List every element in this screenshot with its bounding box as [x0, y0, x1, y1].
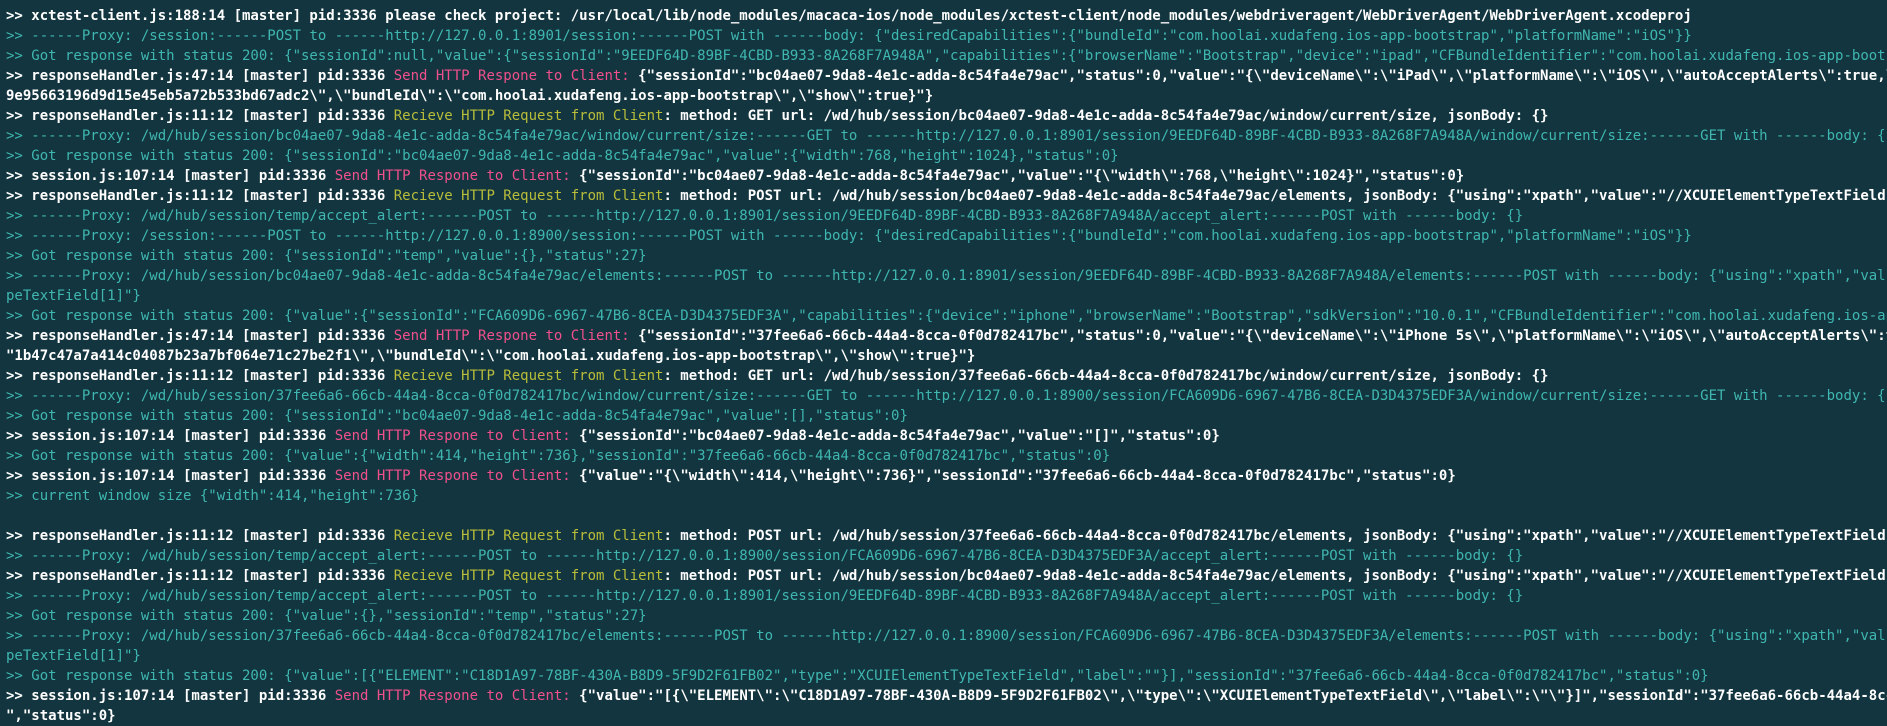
log-segment: >> session.js:107:14 [master] pid:3336	[6, 168, 335, 184]
log-segment: >> Got response with status 200: {"sessi…	[6, 248, 647, 264]
log-segment: >> responseHandler.js:11:12 [master] pid…	[6, 568, 394, 584]
log-line: >> ------Proxy: /wd/hub/session/37fee6a6…	[6, 386, 1887, 406]
log-segment: >> responseHandler.js:47:14 [master] pid…	[6, 68, 394, 84]
log-line: >> ------Proxy: /wd/hub/session/bc04ae07…	[6, 266, 1887, 286]
log-line: >> Got response with status 200: {"sessi…	[6, 46, 1887, 66]
log-line: >> responseHandler.js:11:12 [master] pid…	[6, 526, 1887, 546]
log-line: >> responseHandler.js:47:14 [master] pid…	[6, 326, 1887, 346]
log-segment: "1b47c47a7a414c04087b23a7bf064e71c27be2f…	[6, 348, 976, 364]
log-line: >> Got response with status 200: {"sessi…	[6, 146, 1887, 166]
log-segment: >> Got response with status 200: {"value…	[6, 448, 1111, 464]
log-segment: Recieve HTTP Request from Client	[393, 568, 664, 584]
terminal-window[interactable]: >> xctest-client.js:188:14 [master] pid:…	[0, 0, 1887, 726]
log-segment: Send HTTP Respone to Client:	[334, 428, 580, 444]
log-segment: >> responseHandler.js:11:12 [master] pid…	[6, 368, 394, 384]
log-segment: {"sessionId":"bc04ae07-9da8-4e1c-adda-8c…	[579, 428, 1220, 444]
log-line: >> current window size {"width":414,"hei…	[6, 486, 1887, 506]
log-line: ","status":0}	[6, 706, 1887, 726]
log-segment: >> ------Proxy: /session:------POST to -…	[6, 228, 1692, 244]
log-segment: >> responseHandler.js:11:12 [master] pid…	[6, 188, 394, 204]
log-segment: >> session.js:107:14 [master] pid:3336	[6, 688, 335, 704]
log-segment: : method: POST url: /wd/hub/session/bc04…	[663, 188, 1887, 204]
log-segment: : method: POST url: /wd/hub/session/37fe…	[663, 528, 1887, 544]
log-line: 9e95663196d9d15e45eb5a72b533bd67adc2\",\…	[6, 86, 1887, 106]
log-line: >> responseHandler.js:11:12 [master] pid…	[6, 106, 1887, 126]
log-segment: >> ------Proxy: /session:------POST to -…	[6, 28, 1692, 44]
log-segment: >> ------Proxy: /wd/hub/session/temp/acc…	[6, 208, 1524, 224]
log-line: >> Got response with status 200: {"value…	[6, 306, 1887, 326]
log-segment: >> Got response with status 200: {"value…	[6, 608, 647, 624]
log-line: >> xctest-client.js:188:14 [master] pid:…	[6, 6, 1887, 26]
log-line: >> Got response with status 200: {"value…	[6, 606, 1887, 626]
log-line: >> responseHandler.js:11:12 [master] pid…	[6, 186, 1887, 206]
log-segment: >> Got response with status 200: {"sessi…	[6, 148, 1119, 164]
log-segment: >> responseHandler.js:47:14 [master] pid…	[6, 328, 394, 344]
terminal-output: >> xctest-client.js:188:14 [master] pid:…	[6, 6, 1887, 726]
log-segment: Send HTTP Respone to Client:	[393, 328, 639, 344]
log-segment: >> current window size {"width":414,"hei…	[6, 488, 420, 504]
log-segment: >> ------Proxy: /wd/hub/session/temp/acc…	[6, 548, 1524, 564]
log-line: >> responseHandler.js:11:12 [master] pid…	[6, 566, 1887, 586]
log-line: >> session.js:107:14 [master] pid:3336 S…	[6, 466, 1887, 486]
log-segment: Recieve HTTP Request from Client	[393, 368, 664, 384]
log-line: >> ------Proxy: /session:------POST to -…	[6, 26, 1887, 46]
log-segment: >> session.js:107:14 [master] pid:3336	[6, 428, 335, 444]
log-line: >> ------Proxy: /session:------POST to -…	[6, 226, 1887, 246]
log-segment: Recieve HTTP Request from Client	[393, 108, 664, 124]
log-segment: ","status":0}	[6, 708, 116, 724]
log-segment: >> ------Proxy: /wd/hub/session/bc04ae07…	[6, 268, 1887, 284]
log-segment: Send HTTP Respone to Client:	[334, 468, 580, 484]
log-segment: Recieve HTTP Request from Client	[393, 188, 664, 204]
log-segment: peTextField[1]"}	[6, 288, 141, 304]
log-segment: {"sessionId":"bc04ae07-9da8-4e1c-adda-8c…	[579, 168, 1465, 184]
log-segment: Send HTTP Respone to Client:	[334, 688, 580, 704]
log-segment: >> ------Proxy: /wd/hub/session/37fee6a6…	[6, 628, 1887, 644]
log-segment: : method: GET url: /wd/hub/session/bc04a…	[663, 108, 1549, 124]
log-segment: : method: POST url: /wd/hub/session/bc04…	[663, 568, 1887, 584]
log-line: >> session.js:107:14 [master] pid:3336 S…	[6, 166, 1887, 186]
log-segment: >> ------Proxy: /wd/hub/session/37fee6a6…	[6, 388, 1887, 404]
log-segment: >> Got response with status 200: {"value…	[6, 668, 1709, 684]
log-segment: {"value":"[{\"ELEMENT\":\"C18D1A97-78BF-…	[579, 688, 1887, 704]
log-segment: >> ------Proxy: /wd/hub/session/bc04ae07…	[6, 128, 1887, 144]
log-line: >> ------Proxy: /wd/hub/session/bc04ae07…	[6, 126, 1887, 146]
log-line: >> Got response with status 200: {"value…	[6, 666, 1887, 686]
log-line: peTextField[1]"}	[6, 286, 1887, 306]
log-segment: >> ------Proxy: /wd/hub/session/temp/acc…	[6, 588, 1524, 604]
log-segment: Recieve HTTP Request from Client	[393, 528, 664, 544]
log-segment: >> Got response with status 200: {"value…	[6, 308, 1887, 324]
log-segment: >> responseHandler.js:11:12 [master] pid…	[6, 528, 394, 544]
log-segment: >> session.js:107:14 [master] pid:3336	[6, 468, 335, 484]
log-line: >> ------Proxy: /wd/hub/session/temp/acc…	[6, 586, 1887, 606]
log-line: >> ------Proxy: /wd/hub/session/37fee6a6…	[6, 626, 1887, 646]
log-line: "1b47c47a7a414c04087b23a7bf064e71c27be2f…	[6, 346, 1887, 366]
log-line: >> session.js:107:14 [master] pid:3336 S…	[6, 686, 1887, 706]
log-segment: peTextField[1]"}	[6, 648, 141, 664]
log-line: >> session.js:107:14 [master] pid:3336 S…	[6, 426, 1887, 446]
log-segment: {"sessionId":"37fee6a6-66cb-44a4-8cca-0f…	[638, 328, 1887, 344]
log-segment: {"value":"{\"width\":414,\"height\":736}…	[579, 468, 1456, 484]
log-segment: >> Got response with status 200: {"sessi…	[6, 48, 1887, 64]
log-segment: >> responseHandler.js:11:12 [master] pid…	[6, 108, 394, 124]
log-segment: Send HTTP Respone to Client:	[393, 68, 639, 84]
log-segment: {"sessionId":"bc04ae07-9da8-4e1c-adda-8c…	[638, 68, 1887, 84]
log-line: >> Got response with status 200: {"sessi…	[6, 246, 1887, 266]
log-line: >> ------Proxy: /wd/hub/session/temp/acc…	[6, 546, 1887, 566]
log-line: peTextField[1]"}	[6, 646, 1887, 666]
log-line: >> Got response with status 200: {"value…	[6, 446, 1887, 466]
log-line: >> Got response with status 200: {"sessi…	[6, 406, 1887, 426]
log-line: >> ------Proxy: /wd/hub/session/temp/acc…	[6, 206, 1887, 226]
log-line: >> responseHandler.js:47:14 [master] pid…	[6, 66, 1887, 86]
log-segment: : method: GET url: /wd/hub/session/37fee…	[663, 368, 1549, 384]
log-line: >> responseHandler.js:11:12 [master] pid…	[6, 366, 1887, 386]
log-segment: >> xctest-client.js:188:14 [master] pid:…	[6, 8, 1692, 24]
log-segment: Send HTTP Respone to Client:	[334, 168, 580, 184]
log-segment: >> Got response with status 200: {"sessi…	[6, 408, 908, 424]
log-segment: 9e95663196d9d15e45eb5a72b533bd67adc2\",\…	[6, 88, 934, 104]
